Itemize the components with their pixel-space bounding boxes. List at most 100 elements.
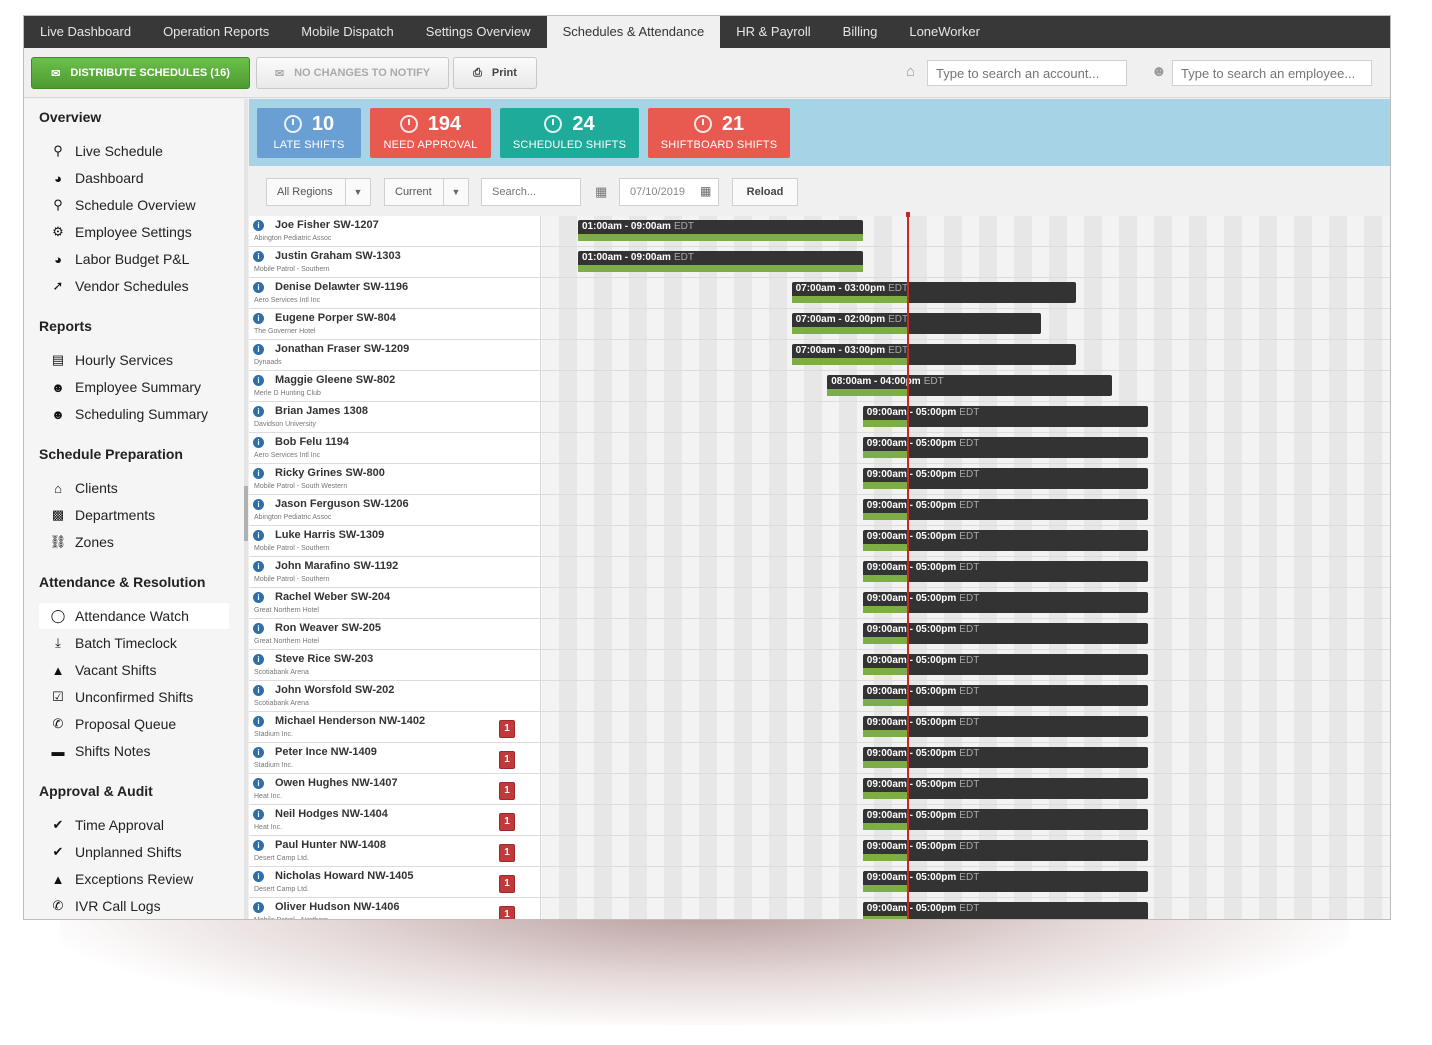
info-icon[interactable]: i (253, 716, 264, 727)
schedule-search-input[interactable] (481, 178, 581, 206)
employee-name[interactable]: Bob Felu 1194 (275, 436, 349, 448)
shift-bar[interactable]: 07:00am - 03:00pm EDT (791, 344, 1077, 365)
region-dropdown-caret[interactable]: ▼ (345, 178, 371, 206)
sidebar-item-schedule-overview[interactable]: ⚲ Schedule Overview (39, 192, 229, 218)
info-icon[interactable]: i (253, 871, 264, 882)
employee-name[interactable]: Eugene Porper SW-804 (275, 312, 396, 324)
employee-name[interactable]: Denise Delawter SW-1196 (275, 281, 408, 293)
nav-tab-schedules-attendance[interactable]: Schedules & Attendance (546, 16, 721, 48)
info-icon[interactable]: i (253, 902, 264, 913)
shift-bar[interactable]: 09:00am - 05:00pm EDT (862, 747, 1148, 768)
sidebar-item-zones[interactable]: ⛓ Zones (39, 529, 229, 555)
stat-late-shifts[interactable]: 10 LATE SHIFTS (257, 108, 361, 158)
employee-name[interactable]: Nicholas Howard NW-1405 (275, 870, 414, 882)
info-icon[interactable]: i (253, 840, 264, 851)
shift-bar[interactable]: 07:00am - 03:00pm EDT (791, 282, 1077, 303)
alert-badge[interactable]: 1 (499, 906, 515, 919)
shift-bar[interactable]: 09:00am - 05:00pm EDT (862, 871, 1148, 892)
employee-name[interactable]: John Marafino SW-1192 (275, 560, 398, 572)
sidebar-item-vendor-schedules[interactable]: ➚ Vendor Schedules (39, 273, 229, 299)
sidebar-scrollbar-thumb[interactable] (244, 486, 248, 541)
employee-name[interactable]: Neil Hodges NW-1404 (275, 808, 388, 820)
info-icon[interactable]: i (253, 592, 264, 603)
info-icon[interactable]: i (253, 561, 264, 572)
shift-bar[interactable]: 09:00am - 05:00pm EDT (862, 902, 1148, 919)
employee-name[interactable]: Rachel Weber SW-204 (275, 591, 390, 603)
info-icon[interactable]: i (253, 406, 264, 417)
sidebar-item-departments[interactable]: ▩ Departments (39, 502, 229, 528)
account-search-input[interactable] (927, 60, 1127, 86)
shift-bar[interactable]: 09:00am - 05:00pm EDT (862, 437, 1148, 458)
period-dropdown-caret[interactable]: ▼ (443, 178, 469, 206)
employee-name[interactable]: Paul Hunter NW-1408 (275, 839, 386, 851)
sidebar-item-employee-summary[interactable]: ☻ Employee Summary (39, 374, 229, 400)
nav-tab-operation-reports[interactable]: Operation Reports (147, 16, 285, 48)
info-icon[interactable]: i (253, 251, 264, 262)
info-icon[interactable]: i (253, 344, 264, 355)
nav-tab-billing[interactable]: Billing (827, 16, 894, 48)
employee-name[interactable]: Peter Ince NW-1409 (275, 746, 377, 758)
distribute-schedules-button[interactable]: ✉ DISTRIBUTE SCHEDULES (16) (31, 57, 250, 89)
sidebar-item-scheduling-summary[interactable]: ☻ Scheduling Summary (39, 401, 229, 427)
shift-bar[interactable]: 09:00am - 05:00pm EDT (862, 809, 1148, 830)
employee-name[interactable]: Jonathan Fraser SW-1209 (275, 343, 409, 355)
info-icon[interactable]: i (253, 778, 264, 789)
sidebar-item-attendance-watch[interactable]: ◯ Attendance Watch (39, 603, 229, 629)
sidebar-item-hourly-services[interactable]: ▤ Hourly Services (39, 347, 229, 373)
employee-search-input[interactable] (1172, 60, 1372, 86)
print-button[interactable]: ⎙ Print (453, 57, 537, 89)
shift-bar[interactable]: 01:00am - 09:00am EDT (578, 251, 863, 272)
sidebar-item-vacant-shifts[interactable]: ▲ Vacant Shifts (39, 657, 229, 683)
sidebar-item-unconfirmed-shifts[interactable]: ☑ Unconfirmed Shifts (39, 684, 229, 710)
nav-tab-settings-overview[interactable]: Settings Overview (410, 16, 547, 48)
info-icon[interactable]: i (253, 437, 264, 448)
info-icon[interactable]: i (253, 623, 264, 634)
sidebar-item-ivr-call-logs[interactable]: ✆ IVR Call Logs (39, 893, 229, 919)
no-changes-button[interactable]: ✉ NO CHANGES TO NOTIFY (256, 57, 449, 89)
employee-name[interactable]: John Worsfold SW-202 (275, 684, 394, 696)
employee-name[interactable]: Jason Ferguson SW-1206 (275, 498, 409, 510)
employee-name[interactable]: Maggie Gleene SW-802 (275, 374, 395, 386)
employee-name[interactable]: Steve Rice SW-203 (275, 653, 373, 665)
shift-bar[interactable]: 09:00am - 05:00pm EDT (862, 468, 1148, 489)
shift-bar[interactable]: 09:00am - 05:00pm EDT (862, 561, 1148, 582)
shift-bar[interactable]: 09:00am - 05:00pm EDT (862, 499, 1148, 520)
sidebar-item-labor-budget-p-l[interactable]: ◕ Labor Budget P&L (39, 246, 229, 272)
sidebar-item-dashboard[interactable]: ◕ Dashboard (39, 165, 229, 191)
employee-name[interactable]: Owen Hughes NW-1407 (275, 777, 398, 789)
shift-bar[interactable]: 09:00am - 05:00pm EDT (862, 530, 1148, 551)
shift-bar[interactable]: 01:00am - 09:00am EDT (578, 220, 863, 241)
nav-tab-hr-payroll[interactable]: HR & Payroll (720, 16, 826, 48)
reload-button[interactable]: Reload (732, 178, 798, 206)
alert-badge[interactable]: 1 (499, 751, 515, 769)
stat-shiftboard-shifts[interactable]: 21 SHIFTBOARD SHIFTS (648, 108, 790, 158)
shift-bar[interactable]: 09:00am - 05:00pm EDT (862, 685, 1148, 706)
sidebar-item-unplanned-shifts[interactable]: ✔ Unplanned Shifts (39, 839, 229, 865)
info-icon[interactable]: i (253, 685, 264, 696)
employee-name[interactable]: Ricky Grines SW-800 (275, 467, 385, 479)
employee-name[interactable]: Ron Weaver SW-205 (275, 622, 381, 634)
employee-name[interactable]: Oliver Hudson NW-1406 (275, 901, 399, 913)
stat-need-approval[interactable]: 194 NEED APPROVAL (370, 108, 491, 158)
info-icon[interactable]: i (253, 282, 264, 293)
info-icon[interactable]: i (253, 654, 264, 665)
info-icon[interactable]: i (253, 468, 264, 479)
info-icon[interactable]: i (253, 809, 264, 820)
shift-bar[interactable]: 09:00am - 05:00pm EDT (862, 406, 1148, 427)
alert-badge[interactable]: 1 (499, 875, 515, 893)
info-icon[interactable]: i (253, 220, 264, 231)
sidebar-item-live-schedule[interactable]: ⚲ Live Schedule (39, 138, 229, 164)
alert-badge[interactable]: 1 (499, 844, 515, 862)
stat-scheduled-shifts[interactable]: 24 SCHEDULED SHIFTS (500, 108, 639, 158)
sidebar-item-shifts-notes[interactable]: ▬ Shifts Notes (39, 738, 229, 764)
info-icon[interactable]: i (253, 313, 264, 324)
sidebar-item-employee-settings[interactable]: ⚙ Employee Settings (39, 219, 229, 245)
nav-tab-mobile-dispatch[interactable]: Mobile Dispatch (285, 16, 410, 48)
employee-name[interactable]: Joe Fisher SW-1207 (275, 219, 379, 231)
region-select[interactable]: All Regions (266, 178, 346, 206)
shift-bar[interactable]: 09:00am - 05:00pm EDT (862, 840, 1148, 861)
alert-badge[interactable]: 1 (499, 813, 515, 831)
shift-bar[interactable]: 07:00am - 02:00pm EDT (791, 313, 1041, 334)
alert-badge[interactable]: 1 (499, 782, 515, 800)
alert-badge[interactable]: 1 (499, 720, 515, 738)
